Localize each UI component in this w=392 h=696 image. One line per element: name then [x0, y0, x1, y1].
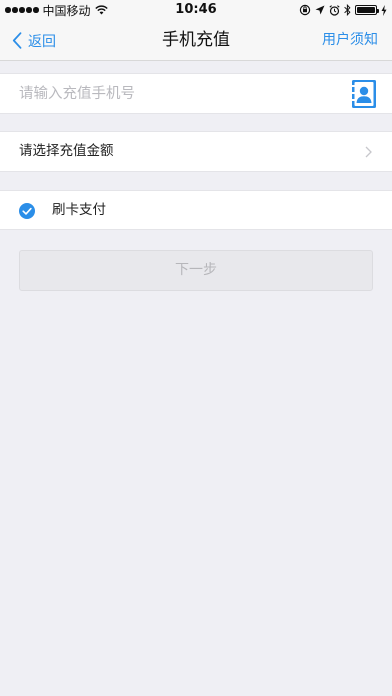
user-notice-link[interactable]: 用户须知	[322, 20, 378, 61]
battery-icon	[355, 5, 379, 15]
phone-number-input[interactable]	[19, 74, 339, 113]
chevron-right-icon	[365, 146, 372, 158]
navigation-bar: 返回 手机充值 用户须知	[0, 20, 392, 61]
status-right	[299, 3, 387, 17]
next-step-button[interactable]: 下一步	[19, 250, 373, 291]
contact-book-icon[interactable]	[352, 80, 376, 108]
bluetooth-icon	[344, 4, 351, 16]
rotation-lock-icon	[299, 4, 311, 16]
charging-icon	[381, 4, 387, 16]
phone-number-row	[0, 73, 392, 114]
checkmark-circle-icon[interactable]	[19, 203, 35, 219]
payment-method-label: 刷卡支付	[52, 202, 106, 218]
location-icon	[315, 5, 325, 15]
status-bar: 中国移动 10:46	[0, 0, 392, 20]
recharge-amount-selector[interactable]: 请选择充值金额	[0, 131, 392, 172]
alarm-icon	[329, 4, 340, 16]
recharge-amount-label: 请选择充值金额	[19, 143, 114, 159]
payment-method-card[interactable]: 刷卡支付	[0, 190, 392, 230]
